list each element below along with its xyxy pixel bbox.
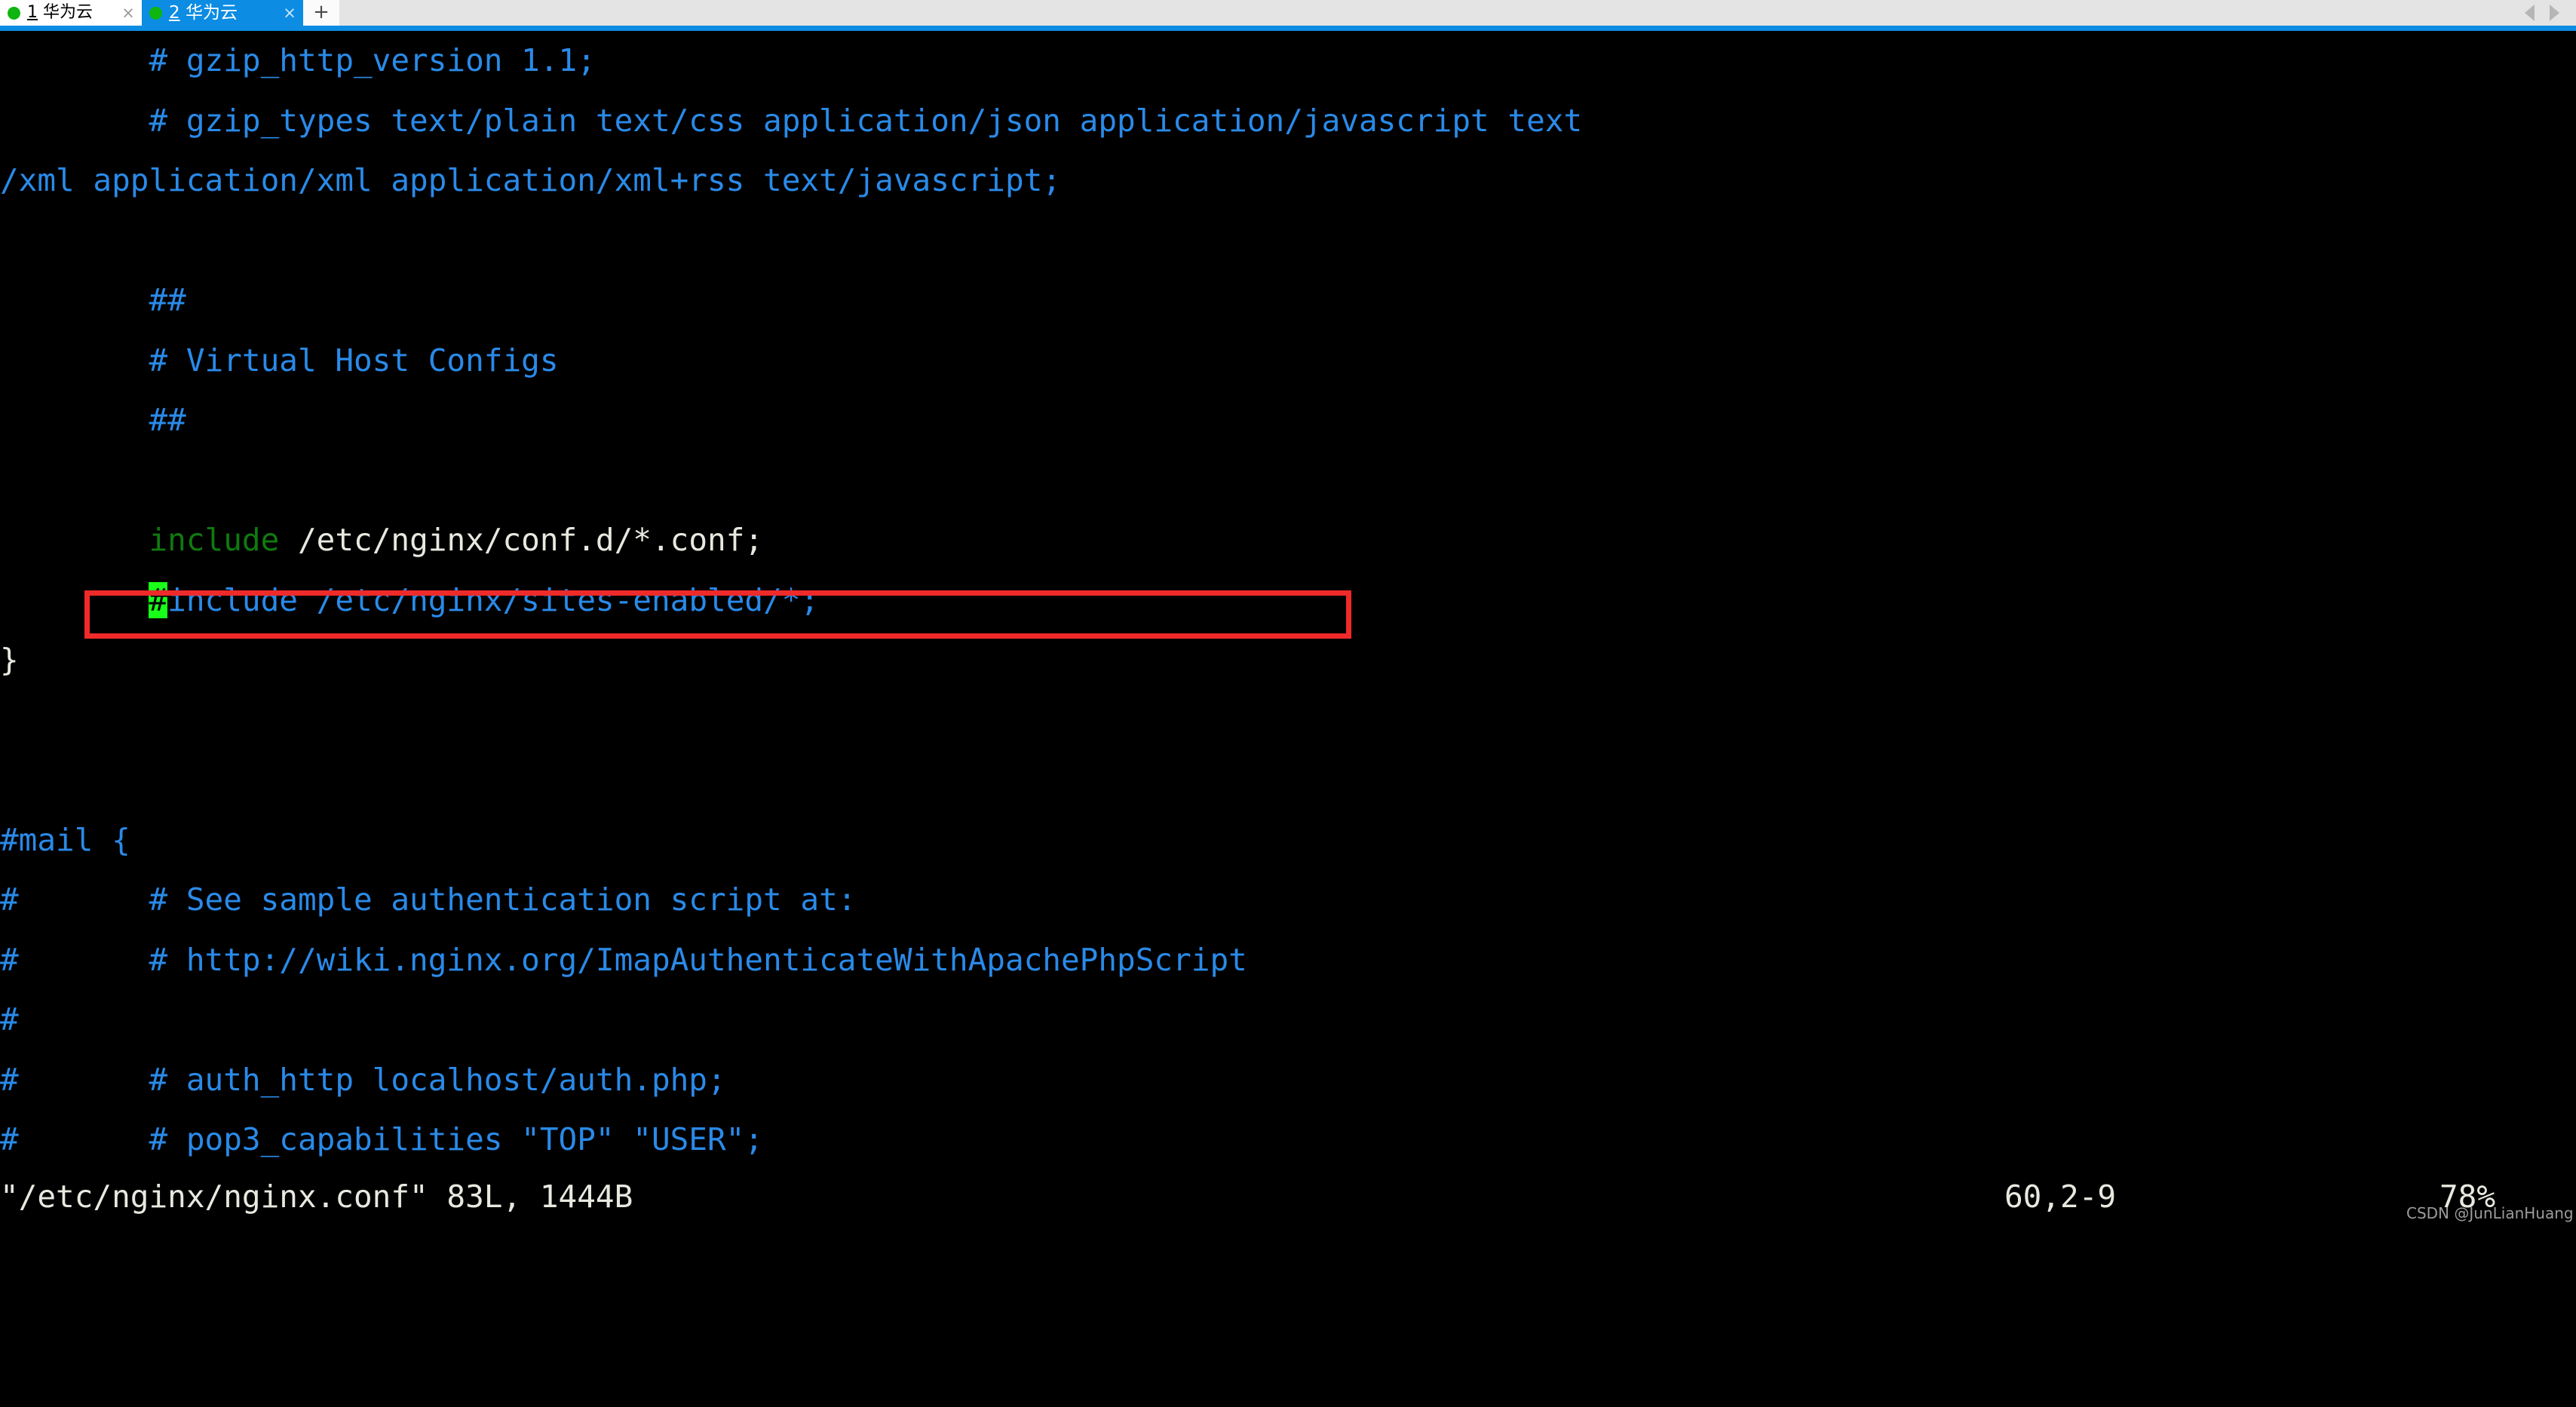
tab-2-index: 2 xyxy=(169,3,180,23)
tab-bar-empty-area xyxy=(339,0,2525,26)
green-dot-icon xyxy=(8,6,20,20)
terminal-line: ## xyxy=(0,271,2576,331)
terminal-cursor: # xyxy=(149,581,168,618)
tab-1-close-icon[interactable]: × xyxy=(119,0,137,26)
terminal-line: # gzip_http_version 1.1; xyxy=(0,31,2576,91)
tab-bar-accent-underline xyxy=(0,26,2576,31)
green-dot-icon xyxy=(149,6,162,20)
tab-scroll-controls xyxy=(2525,0,2576,26)
terminal-text: # gzip_types text/plain text/css applica… xyxy=(0,102,1583,139)
terminal-text: # Virtual Host Configs xyxy=(0,342,559,379)
terminal-text: # xyxy=(0,1001,19,1038)
tab-2-label: 2 华为云 xyxy=(169,0,281,26)
terminal-line: ## xyxy=(0,391,2576,451)
terminal-text: # # auth_http localhost/auth.php; xyxy=(0,1061,726,1098)
terminal-line: # gzip_types text/plain text/css applica… xyxy=(0,91,2576,152)
tab-1-title: 华为云 xyxy=(43,3,94,22)
terminal-text: include /etc/nginx/sites-enabled/*; xyxy=(167,581,820,618)
vim-status-line: "/etc/nginx/nginx.conf" 83L, 1444B 60,2-… xyxy=(0,1167,2576,1230)
tab-2[interactable]: 2 华为云 × xyxy=(142,0,303,26)
tab-2-title: 华为云 xyxy=(185,3,238,23)
terminal-line: # # See sample authentication script at: xyxy=(0,870,2576,930)
new-tab-button[interactable]: + xyxy=(303,0,339,26)
terminal-line: # xyxy=(0,990,2576,1050)
terminal-line: # Virtual Host Configs xyxy=(0,331,2576,391)
terminal-pane[interactable]: # gzip_http_version 1.1; # gzip_types te… xyxy=(0,31,2576,1230)
terminal-text: /etc/nginx/conf.d/*.conf; xyxy=(279,522,764,558)
terminal-text: #mail { xyxy=(0,821,130,858)
terminal-text: # gzip_http_version 1.1; xyxy=(0,42,596,78)
terminal-text: } xyxy=(0,642,19,678)
terminal-text: ## xyxy=(0,402,186,438)
tab-2-close-icon[interactable]: × xyxy=(281,0,299,26)
terminal-line: include /etc/nginx/conf.d/*.conf; xyxy=(0,510,2576,571)
terminal-text-buffer: # gzip_http_version 1.1; # gzip_types te… xyxy=(0,31,2576,1170)
terminal-line: # # auth_http localhost/auth.php; xyxy=(0,1050,2576,1111)
terminal-line: # # http://wiki.nginx.org/ImapAuthentica… xyxy=(0,930,2576,991)
tab-1[interactable]: 1 华为云 × xyxy=(0,0,142,26)
terminal-line: # # pop3_capabilities "TOP" "USER"; xyxy=(0,1110,2576,1170)
terminal-text: ## xyxy=(0,282,186,318)
terminal-line: #mail { xyxy=(0,811,2576,871)
terminal-text: # # http://wiki.nginx.org/ImapAuthentica… xyxy=(0,941,1247,978)
status-file-info: "/etc/nginx/nginx.conf" 83L, 1444B xyxy=(0,1179,633,1215)
tab-1-index: 1 xyxy=(27,3,38,22)
terminal-text: include xyxy=(149,522,280,558)
terminal-text: # # See sample authentication script at: xyxy=(0,881,857,918)
chevron-left-icon[interactable] xyxy=(2525,5,2535,21)
terminal-line: #include /etc/nginx/sites-enabled/*; xyxy=(0,571,2576,631)
tab-1-label: 1 华为云 xyxy=(27,0,119,26)
chevron-right-icon[interactable] xyxy=(2550,5,2559,21)
terminal-line: /xml application/xml application/xml+rss… xyxy=(0,151,2576,211)
browser-tab-bar: 1 华为云 × 2 华为云 × + xyxy=(0,0,2576,26)
csdn-watermark: CSDN @JunLianHuang xyxy=(2406,1204,2574,1222)
terminal-text: # # pop3_capabilities "TOP" "USER"; xyxy=(0,1121,764,1157)
terminal-line: } xyxy=(0,630,2576,691)
status-cursor-position: 60,2-9 xyxy=(2004,1179,2117,1215)
terminal-text: /xml application/xml application/xml+rss… xyxy=(0,162,1061,198)
